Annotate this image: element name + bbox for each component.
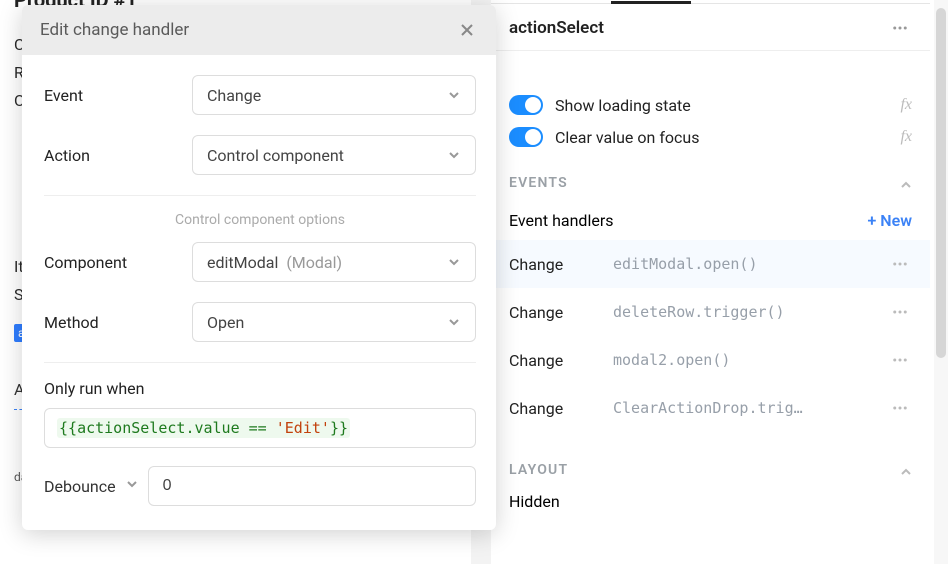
handler-expression: deleteRow.trigger() (613, 303, 888, 321)
divider (44, 362, 476, 363)
section-heading-text: EVENTS (509, 175, 568, 191)
handler-event: Change (509, 399, 613, 418)
chevron-down-icon (447, 315, 461, 329)
section-events[interactable]: EVENTS (491, 153, 930, 201)
section-layout[interactable]: LAYOUT (491, 432, 930, 488)
handler-row[interactable]: Changemodal2.open() (491, 336, 930, 384)
scrollbar[interactable] (934, 0, 948, 564)
modal-body: Event Change Action Control component Co… (22, 55, 496, 530)
chevron-down-icon (447, 255, 461, 269)
code-token: value (194, 419, 239, 437)
code-token: actionSelect (77, 419, 185, 437)
handler-more-icon[interactable] (888, 348, 912, 372)
handler-more-icon[interactable] (888, 300, 912, 324)
handler-event: Change (509, 255, 613, 274)
modal-header: Edit change handler (22, 5, 496, 55)
handler-expression: ClearActionDrop.trig… (613, 399, 888, 417)
event-handlers-label: Event handlers (509, 211, 614, 230)
select-value: Control component (207, 146, 344, 165)
chevron-down-icon[interactable] (126, 478, 138, 494)
label-event: Event (44, 86, 192, 105)
label-only-run-when: Only run when (44, 379, 476, 398)
layout-hidden-label: Hidden (509, 492, 560, 511)
handler-more-icon[interactable] (888, 252, 912, 276)
handler-expression: editModal.open() (613, 255, 888, 273)
row-event: Event Change (44, 75, 476, 115)
code-token: {{ (59, 419, 77, 437)
component-name: actionSelect (509, 18, 604, 38)
inspector-tab-underline (491, 0, 930, 4)
select-method[interactable]: Open (192, 302, 476, 342)
row-action: Action Control component (44, 135, 476, 175)
select-value: Open (207, 313, 244, 332)
event-handlers-header: Event handlers + New (491, 201, 930, 240)
code-token: }} (330, 419, 348, 437)
chevron-up-icon (900, 462, 912, 478)
chevron-up-icon (900, 175, 912, 191)
code-token: == (249, 419, 267, 437)
label-component: Component (44, 253, 192, 272)
toggle-label: Show loading state (555, 96, 691, 115)
component-header: actionSelect (491, 4, 930, 50)
component-more-icon[interactable] (888, 16, 912, 40)
handler-expression: modal2.open() (613, 351, 888, 369)
chevron-down-icon (447, 88, 461, 102)
row-component: Component editModal (Modal) (44, 242, 476, 282)
divider (44, 195, 476, 196)
fx-icon[interactable]: fx (900, 96, 912, 114)
handler-row[interactable]: ChangedeleteRow.trigger() (491, 288, 930, 336)
layout-hidden-row: Hidden (491, 488, 930, 521)
handler-event: Change (509, 351, 613, 370)
toggle-label: Clear value on focus (555, 128, 699, 147)
toggle-show-loading[interactable] (509, 95, 543, 115)
inspector-panel: actionSelect Show loading state fx Clear… (490, 0, 930, 564)
handlers-list: ChangeeditModal.open()ChangedeleteRow.tr… (491, 240, 930, 432)
row-method: Method Open (44, 302, 476, 342)
close-icon[interactable] (456, 19, 478, 41)
label-action: Action (44, 146, 192, 165)
debounce-input[interactable] (148, 466, 476, 506)
chevron-down-icon (447, 148, 461, 162)
toggle-clear-on-focus[interactable] (509, 127, 543, 147)
select-component[interactable]: editModal (Modal) (192, 242, 476, 282)
select-action[interactable]: Control component (192, 135, 476, 175)
handler-row[interactable]: ChangeClearActionDrop.trig… (491, 384, 930, 432)
new-handler-button[interactable]: + New (867, 211, 912, 230)
label-method: Method (44, 313, 192, 332)
row-debounce: Debounce (44, 466, 476, 506)
select-event[interactable]: Change (192, 75, 476, 115)
handler-row[interactable]: ChangeeditModal.open() (491, 240, 930, 288)
edit-handler-modal: Edit change handler Event Change Action … (22, 5, 496, 530)
section-heading-text: LAYOUT (509, 462, 568, 478)
only-run-when-input[interactable]: {{actionSelect.value == 'Edit'}} (44, 408, 476, 448)
options-caption: Control component options (44, 212, 476, 228)
modal-title: Edit change handler (40, 20, 189, 40)
toggle-row-clear: Clear value on focus fx (491, 121, 930, 153)
fx-icon[interactable]: fx (900, 128, 912, 146)
toggle-row-loading: Show loading state fx (491, 89, 930, 121)
handler-event: Change (509, 303, 613, 322)
select-value: editModal (Modal) (207, 253, 342, 272)
label-debounce: Debounce (44, 477, 116, 496)
select-value: Change (207, 86, 261, 105)
code-token: 'Edit' (276, 419, 330, 437)
handler-more-icon[interactable] (888, 396, 912, 420)
